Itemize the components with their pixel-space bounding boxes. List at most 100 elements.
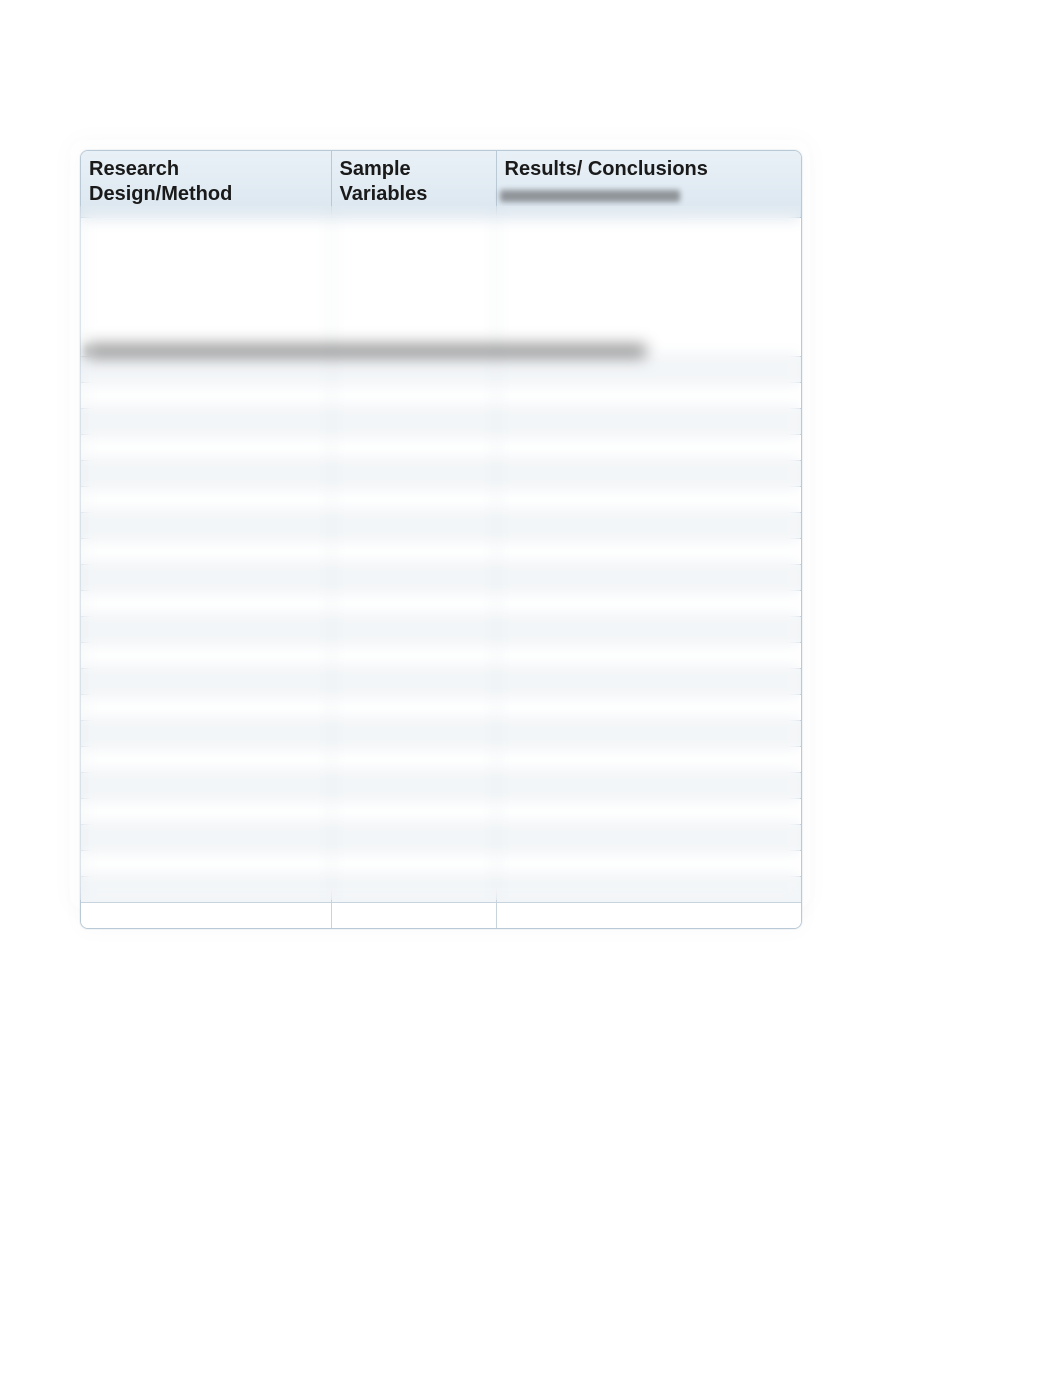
cell (496, 721, 801, 747)
cell (496, 669, 801, 695)
cell (331, 383, 496, 409)
header-sample-variables: Sample Variables (331, 151, 496, 218)
cell (496, 461, 801, 487)
cell (496, 643, 801, 669)
header-results-conclusions: Results/ Conclusions (496, 151, 801, 218)
cell (331, 747, 496, 773)
cell (331, 773, 496, 799)
cell (331, 487, 496, 513)
cell (81, 669, 331, 695)
table-row (81, 695, 801, 721)
table-row (81, 747, 801, 773)
cell (81, 218, 331, 357)
cell (331, 565, 496, 591)
cell (81, 513, 331, 539)
table-body (81, 218, 801, 929)
cell (496, 435, 801, 461)
cell (81, 721, 331, 747)
cell (81, 357, 331, 383)
cell (81, 903, 331, 929)
cell (331, 409, 496, 435)
cell (496, 851, 801, 877)
cell (331, 903, 496, 929)
cell (81, 383, 331, 409)
cell (81, 617, 331, 643)
cell (331, 721, 496, 747)
cell (496, 218, 801, 357)
cell (81, 825, 331, 851)
cell (496, 565, 801, 591)
table-row (81, 591, 801, 617)
table-header-row: Research Design/Method Sample Variables … (81, 151, 801, 218)
table-row (81, 357, 801, 383)
cell (81, 747, 331, 773)
cell (496, 383, 801, 409)
table-row (81, 461, 801, 487)
cell (81, 591, 331, 617)
table-row (81, 799, 801, 825)
table-row (81, 851, 801, 877)
cell (81, 461, 331, 487)
cell (331, 799, 496, 825)
research-table: Research Design/Method Sample Variables … (81, 151, 801, 928)
cell (331, 617, 496, 643)
cell (81, 695, 331, 721)
cell (81, 435, 331, 461)
cell (496, 357, 801, 383)
cell (496, 825, 801, 851)
table-row (81, 409, 801, 435)
cell (331, 825, 496, 851)
table-row (81, 877, 801, 903)
cell (331, 513, 496, 539)
cell (331, 591, 496, 617)
cell (331, 357, 496, 383)
table-row (81, 565, 801, 591)
table-row (81, 218, 801, 357)
table-row (81, 825, 801, 851)
cell (496, 695, 801, 721)
cell (331, 669, 496, 695)
table-row (81, 513, 801, 539)
cell (331, 218, 496, 357)
cell (496, 539, 801, 565)
table-row (81, 383, 801, 409)
cell (81, 799, 331, 825)
table-row (81, 903, 801, 929)
table-row (81, 773, 801, 799)
research-table-card: Research Design/Method Sample Variables … (80, 150, 802, 929)
cell (331, 643, 496, 669)
cell (496, 487, 801, 513)
header-research-design: Research Design/Method (81, 151, 331, 218)
cell (331, 877, 496, 903)
cell (81, 773, 331, 799)
cell (496, 877, 801, 903)
cell (496, 513, 801, 539)
cell (81, 877, 331, 903)
document-page: Research Design/Method Sample Variables … (0, 0, 1062, 1376)
cell (331, 435, 496, 461)
cell (331, 539, 496, 565)
table-row (81, 435, 801, 461)
cell (496, 409, 801, 435)
cell (496, 591, 801, 617)
cell (331, 851, 496, 877)
cell (496, 747, 801, 773)
cell (81, 539, 331, 565)
table-row (81, 487, 801, 513)
cell (81, 565, 331, 591)
cell (331, 461, 496, 487)
table-row (81, 539, 801, 565)
cell (496, 773, 801, 799)
cell (81, 851, 331, 877)
cell (496, 799, 801, 825)
table-row (81, 643, 801, 669)
cell (496, 903, 801, 929)
cell (81, 643, 331, 669)
cell (331, 695, 496, 721)
cell (496, 617, 801, 643)
table-row (81, 721, 801, 747)
cell (81, 409, 331, 435)
table-row (81, 669, 801, 695)
table-row (81, 617, 801, 643)
cell (81, 487, 331, 513)
